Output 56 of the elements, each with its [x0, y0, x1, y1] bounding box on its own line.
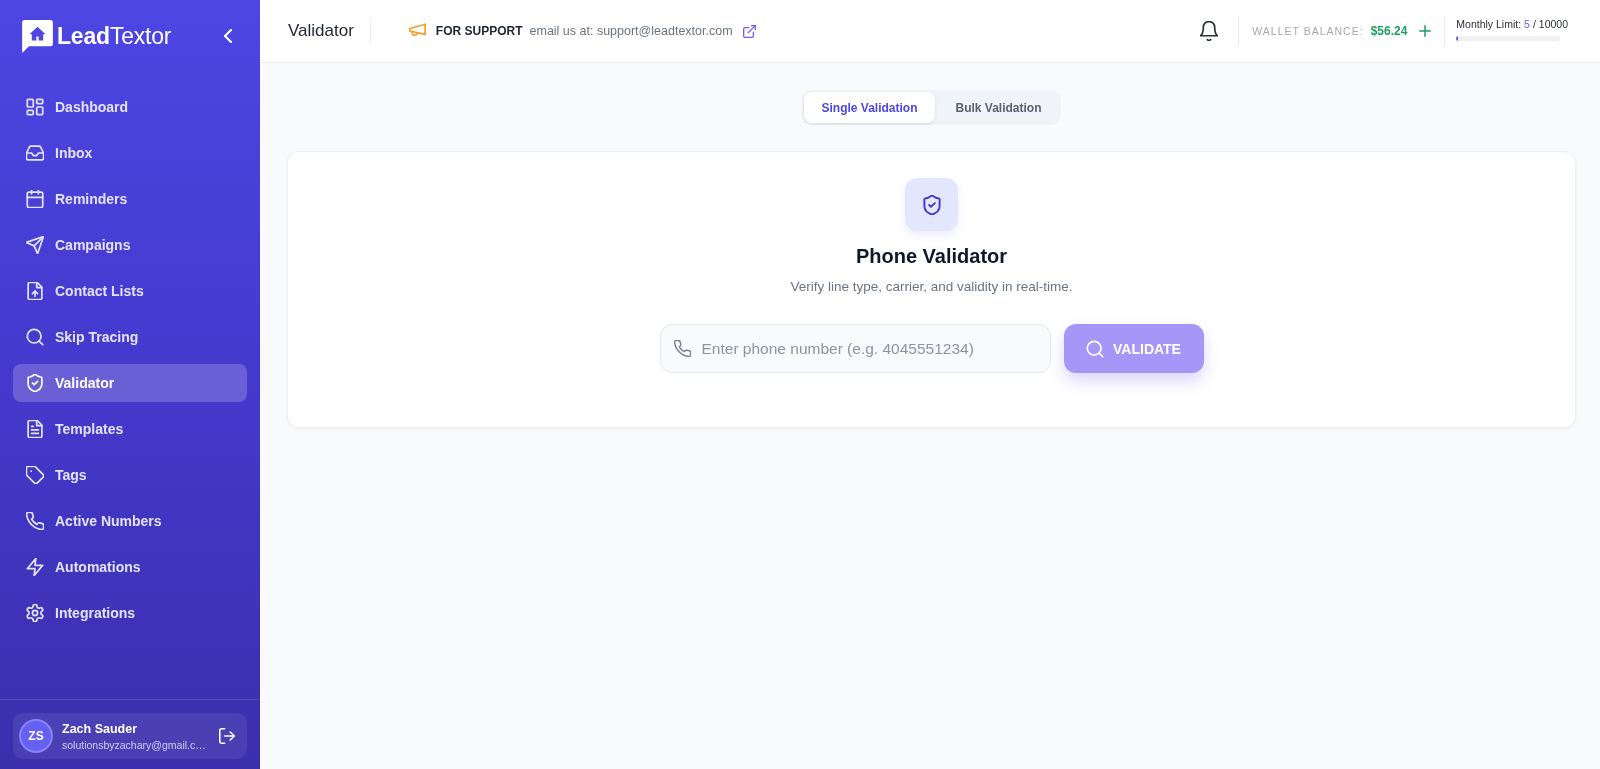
- nav-item[interactable]: Reminders: [13, 180, 247, 218]
- tag-icon: [26, 466, 44, 484]
- lightning-icon: [26, 558, 44, 576]
- support-label: FOR SUPPORT: [435, 24, 523, 38]
- monthly-limit-label: Monthly Limit:: [1456, 17, 1522, 30]
- tab[interactable]: Bulk Validation: [938, 92, 1059, 123]
- plus-icon: [1419, 25, 1432, 37]
- phone-icon: [26, 512, 44, 530]
- nav-item[interactable]: Templates: [13, 410, 247, 448]
- nav-item[interactable]: Automations: [13, 548, 247, 586]
- speech-bubble-house-icon: [22, 19, 53, 53]
- chevron-left-icon: [224, 29, 232, 43]
- support-email-text: email us at: support@leadtextor.com: [529, 24, 733, 38]
- nav-item[interactable]: Active Numbers: [13, 502, 247, 540]
- add-funds-button[interactable]: [1419, 25, 1432, 37]
- user-name: Zach Sauder: [62, 721, 139, 736]
- search-icon: [26, 328, 44, 346]
- shield-check-icon: [905, 178, 958, 231]
- phone-input-field[interactable]: Enter phone number (e.g. 4045551234): [659, 324, 1051, 373]
- nav-item[interactable]: Dashboard: [13, 88, 247, 126]
- logo-text: LeadTextor: [57, 22, 172, 50]
- nav-item[interactable]: Campaigns: [13, 226, 247, 264]
- file-upload-icon: [26, 282, 44, 300]
- shield-check-icon: [26, 374, 44, 392]
- nav-item[interactable]: Contact Lists: [13, 272, 247, 310]
- notifications-button[interactable]: [1200, 21, 1219, 41]
- gear-icon: [26, 604, 44, 622]
- paper-plane-icon: [26, 236, 44, 254]
- search-icon: [1086, 339, 1105, 358]
- page-title: Validator: [288, 21, 354, 41]
- monthly-limit-used: 5: [1524, 17, 1530, 30]
- nav-item[interactable]: Integrations: [13, 594, 247, 632]
- user-email: solutionsbyzachary@gmail.c…: [62, 738, 207, 751]
- inbox-tray-icon: [26, 144, 44, 162]
- external-link-button[interactable]: [742, 24, 756, 38]
- logout-button[interactable]: [219, 728, 235, 744]
- monthly-limit-total: / 10000: [1532, 17, 1568, 30]
- wallet-balance-label: WALLET BALANCE:: [1252, 25, 1364, 37]
- logout-icon: [219, 728, 235, 744]
- nav-item[interactable]: Inbox: [13, 134, 247, 172]
- nav-item[interactable]: Tags: [13, 456, 247, 494]
- external-link-icon: [742, 24, 756, 38]
- tab[interactable]: Single Validation: [804, 92, 935, 123]
- validator-title: Phone Validator: [855, 244, 1008, 269]
- nav-item[interactable]: Validator: [13, 364, 247, 402]
- calendar-icon: [26, 190, 44, 208]
- nav-item[interactable]: Skip Tracing: [13, 318, 247, 356]
- validator-subtitle: Verify line type, carrier, and validity in real-time.: [790, 278, 1073, 296]
- dashboard-grid-icon: [26, 98, 44, 116]
- phone-icon: [673, 340, 691, 357]
- collapse-sidebar-button[interactable]: [224, 29, 232, 43]
- wallet-balance-amount: $56.24: [1370, 24, 1408, 38]
- bell-icon: [1200, 21, 1219, 41]
- user-avatar: ZS: [19, 719, 53, 753]
- megaphone-icon: [408, 23, 426, 39]
- document-icon: [26, 420, 44, 438]
